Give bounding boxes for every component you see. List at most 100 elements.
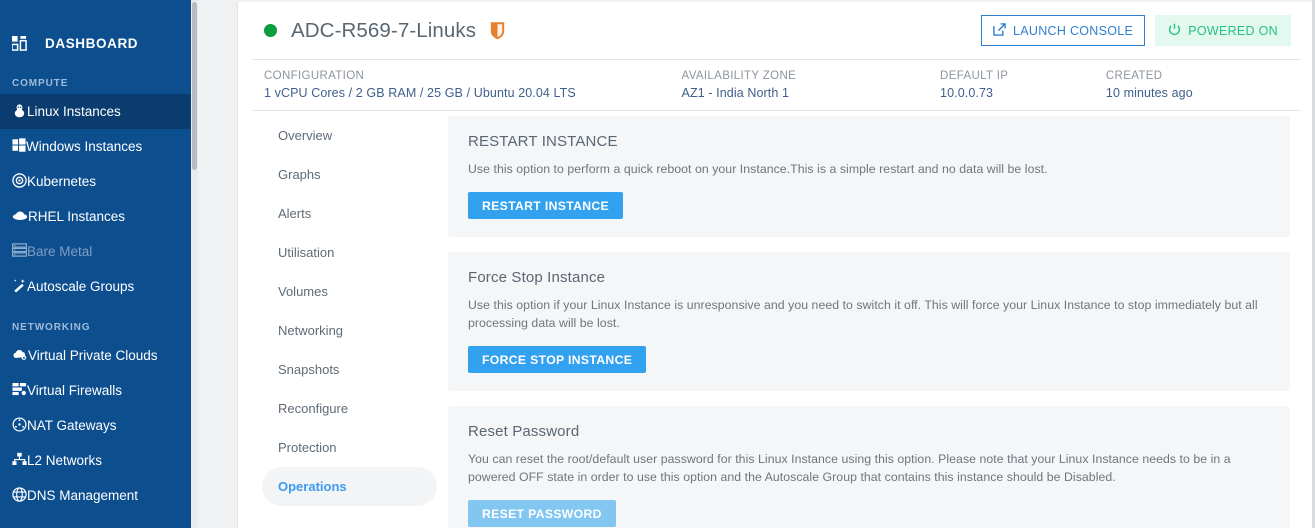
meta-value: 10.0.0.73: [940, 86, 994, 100]
card-title: RESTART INSTANCE: [468, 133, 618, 150]
sidebar-section-networking: NETWORKING: [12, 322, 91, 333]
main-area: ADC-R569-7-Linuks LAUNCH CONSOLE POWERED…: [198, 0, 1315, 528]
sidebar-item-label: DNS Management: [27, 488, 139, 503]
restart-instance-card: RESTART INSTANCE Use this option to perf…: [448, 116, 1290, 237]
kubernetes-icon: [12, 172, 27, 191]
sidebar-item-dashboard[interactable]: DASHBOARD: [0, 26, 198, 60]
server-rack-icon: [11, 243, 28, 260]
nat-gateway-icon: [12, 417, 27, 435]
sidebar-scrollbar-thumb[interactable]: [192, 2, 197, 170]
tab-snapshots[interactable]: Snapshots: [262, 350, 437, 389]
sidebar-item-label: Linux Instances: [27, 104, 121, 119]
tab-utilisation[interactable]: Utilisation: [262, 233, 437, 272]
dashboard-grid-icon: [12, 35, 36, 51]
shield-icon: [490, 21, 505, 40]
card-description: Use this option if your Linux Instance i…: [468, 298, 1258, 330]
instance-status-dot: [264, 24, 277, 37]
meta-default-ip: DEFAULT IP 10.0.0.73: [940, 70, 1106, 100]
meta-value: AZ1 - India North 1: [681, 86, 790, 100]
tab-overview[interactable]: Overview: [262, 116, 437, 155]
meta-value: 10 minutes ago: [1105, 86, 1193, 100]
reset-password-button[interactable]: RESET PASSWORD: [468, 500, 616, 527]
tab-label: Graphs: [278, 167, 321, 182]
tab-label: Alerts: [278, 206, 312, 221]
sidebar-item-label: RHEL Instances: [28, 209, 126, 224]
linux-penguin-icon: [12, 103, 27, 121]
meta-value: 1 vCPU Cores / 2 GB RAM / 25 GB / Ubuntu…: [264, 86, 576, 100]
cloud-lock-icon: [12, 348, 28, 364]
globe-icon: [12, 486, 27, 505]
tab-reconfigure[interactable]: Reconfigure: [262, 389, 437, 428]
sidebar-scrollbar[interactable]: [191, 0, 198, 528]
force-stop-instance-card: Force Stop Instance Use this option if y…: [448, 252, 1290, 391]
windows-icon: [12, 138, 26, 155]
sidebar-item-rhel-instances[interactable]: RHEL Instances: [0, 199, 198, 234]
tab-label: Reconfigure: [278, 401, 349, 416]
instance-header-top: ADC-R569-7-Linuks LAUNCH CONSOLE POWERED…: [252, 2, 1301, 59]
tab-label: Overview: [278, 128, 333, 143]
restart-instance-button[interactable]: RESTART INSTANCE: [468, 192, 624, 219]
meta-label: CONFIGURATION: [264, 70, 365, 82]
sidebar-item-label: L2 Networks: [27, 453, 103, 468]
app-root: DASHBOARD COMPUTE Linux Instances Window…: [0, 0, 1315, 528]
sidebar-item-kubernetes[interactable]: Kubernetes: [0, 164, 198, 199]
card-title: Force Stop Instance: [468, 269, 606, 286]
sidebar-item-label: Virtual Private Clouds: [28, 348, 158, 363]
card-description: You can reset the root/default user pass…: [468, 452, 1231, 484]
sidebar-item-virtual-private-clouds[interactable]: Virtual Private Clouds: [0, 338, 198, 373]
status-badge-label: POWERED ON: [1188, 23, 1278, 38]
tab-networking[interactable]: Networking: [262, 311, 437, 350]
reset-password-card: Reset Password You can reset the root/de…: [448, 406, 1290, 528]
sidebar: DASHBOARD COMPUTE Linux Instances Window…: [0, 0, 198, 528]
sidebar-item-label: Kubernetes: [27, 174, 97, 189]
tab-graphs[interactable]: Graphs: [262, 155, 437, 194]
operations-card-list: RESTART INSTANCE Use this option to perf…: [437, 111, 1301, 528]
tab-operations[interactable]: Operations: [262, 467, 437, 506]
meta-configuration: CONFIGURATION 1 vCPU Cores / 2 GB RAM / …: [252, 70, 682, 100]
instance-detail-panel: ADC-R569-7-Linuks LAUNCH CONSOLE POWERED…: [237, 2, 1315, 528]
tab-label: Operations: [278, 479, 347, 494]
instance-tab-list: Overview Graphs Alerts Utilisation Volum…: [252, 111, 437, 528]
meta-label: CREATED: [1105, 70, 1163, 82]
network-tree-icon: [12, 452, 27, 469]
sidebar-item-label: NAT Gateways: [27, 418, 117, 433]
tab-label: Snapshots: [278, 362, 340, 377]
firewall-icon: [12, 382, 27, 399]
redhat-icon: [12, 208, 28, 225]
sidebar-item-label: Bare Metal: [27, 244, 93, 259]
sidebar-item-dns-management[interactable]: DNS Management: [0, 478, 198, 513]
meta-label: AVAILABILITY ZONE: [681, 70, 797, 82]
sidebar-content: DASHBOARD COMPUTE Linux Instances Window…: [0, 26, 198, 513]
sidebar-item-bare-metal[interactable]: Bare Metal: [0, 234, 198, 269]
launch-console-label: LAUNCH CONSOLE: [1012, 23, 1134, 38]
header-actions: LAUNCH CONSOLE POWERED ON: [980, 15, 1299, 46]
sidebar-item-label: Virtual Firewalls: [27, 383, 123, 398]
card-description: Use this option to perform a quick reboo…: [468, 162, 1048, 176]
sidebar-item-autoscale-groups[interactable]: Autoscale Groups: [0, 269, 198, 304]
instance-body: Overview Graphs Alerts Utilisation Volum…: [238, 111, 1315, 528]
tab-alerts[interactable]: Alerts: [262, 194, 437, 233]
force-stop-instance-button[interactable]: FORCE STOP INSTANCE: [468, 346, 647, 373]
sidebar-section-compute: COMPUTE: [12, 78, 69, 89]
page-title: ADC-R569-7-Linuks: [291, 18, 477, 42]
tab-label: Utilisation: [278, 245, 335, 260]
sidebar-item-l2-networks[interactable]: L2 Networks: [0, 443, 198, 478]
sidebar-dashboard-label: DASHBOARD: [45, 35, 139, 51]
tab-volumes[interactable]: Volumes: [262, 272, 437, 311]
launch-console-button[interactable]: LAUNCH CONSOLE: [980, 15, 1146, 46]
sidebar-item-virtual-firewalls[interactable]: Virtual Firewalls: [0, 373, 198, 408]
meta-created: CREATED 10 minutes ago: [1106, 70, 1301, 100]
tab-protection[interactable]: Protection: [262, 428, 437, 467]
sidebar-item-windows-instances[interactable]: Windows Instances: [0, 129, 198, 164]
meta-label: DEFAULT IP: [940, 70, 1009, 82]
power-icon: [1168, 23, 1181, 39]
sidebar-item-linux-instances[interactable]: Linux Instances: [0, 94, 198, 129]
meta-availability-zone: AVAILABILITY ZONE AZ1 - India North 1: [682, 70, 941, 100]
card-title: Reset Password: [468, 423, 580, 440]
external-link-icon: [993, 22, 1006, 39]
tab-label: Volumes: [278, 284, 328, 299]
tab-label: Networking: [278, 323, 344, 338]
sidebar-item-label: Autoscale Groups: [27, 279, 135, 294]
sidebar-item-label: Windows Instances: [26, 139, 143, 154]
sidebar-item-nat-gateways[interactable]: NAT Gateways: [0, 408, 198, 443]
